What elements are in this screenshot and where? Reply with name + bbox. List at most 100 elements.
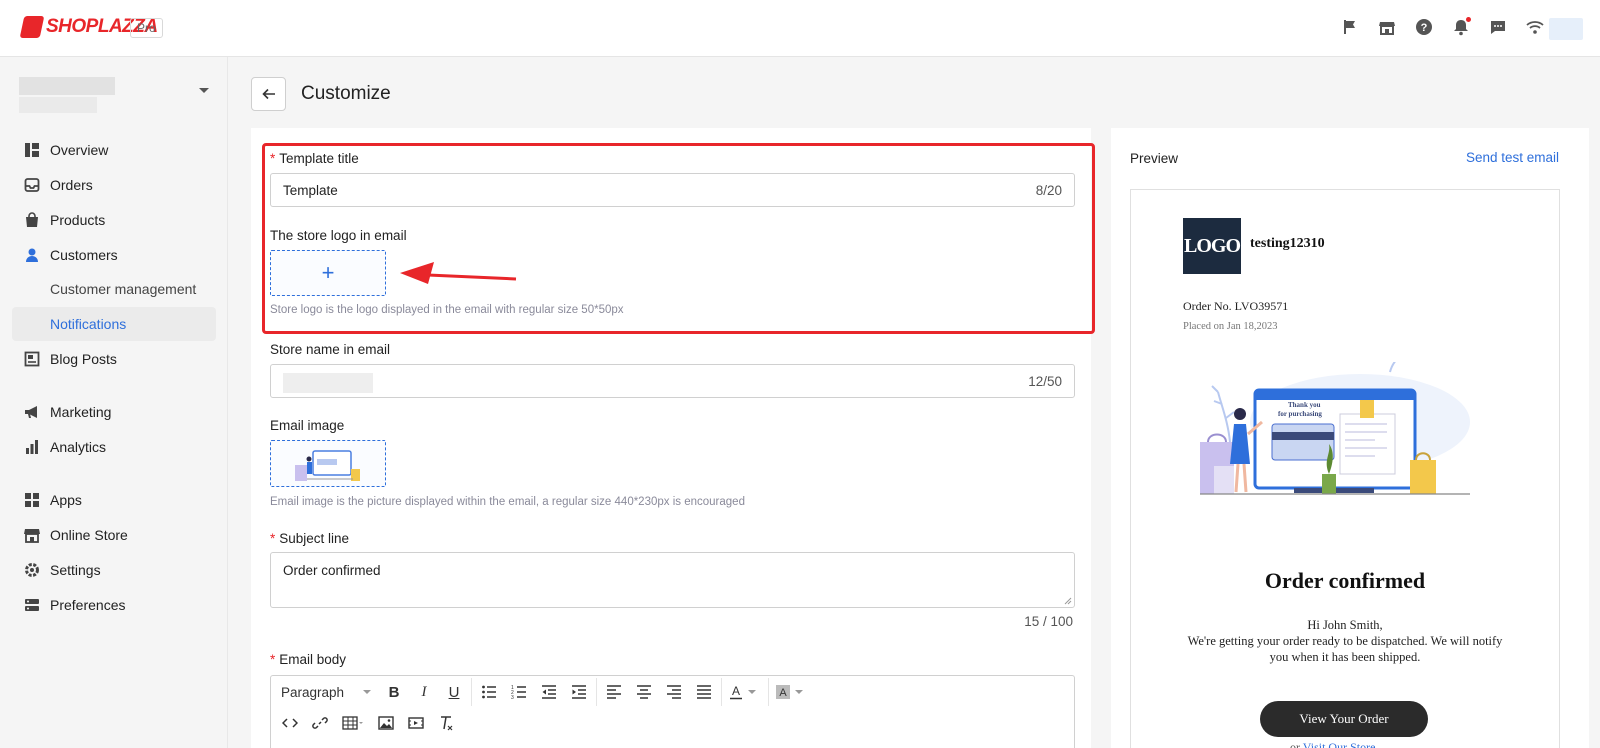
sidebar-item-label: Settings: [50, 562, 101, 578]
sidebar-item-customers[interactable]: Customers: [12, 238, 216, 272]
svg-text:A: A: [732, 684, 740, 698]
store-icon[interactable]: [1378, 18, 1396, 36]
sidebar-item-label: Apps: [50, 492, 82, 508]
visit-prefix: or: [1290, 740, 1300, 748]
video-icon[interactable]: [401, 709, 431, 737]
analytics-icon: [24, 439, 40, 455]
text-color-icon[interactable]: A: [724, 678, 748, 706]
products-icon: [24, 212, 40, 228]
illustration-caption-1: Thank you: [1288, 401, 1321, 409]
caret-down-icon[interactable]: [795, 690, 803, 694]
online-store-icon: [24, 527, 40, 543]
paragraph-select[interactable]: Paragraph: [271, 685, 379, 700]
align-left-icon[interactable]: [599, 678, 629, 706]
sidebar-item-label: Customers: [50, 247, 118, 263]
sidebar-item-overview[interactable]: Overview: [12, 133, 216, 167]
svg-text:A: A: [779, 687, 787, 699]
store-name-redacted: [19, 77, 115, 95]
email-message: We're getting your order ready to be dis…: [1187, 634, 1503, 664]
email-image-upload[interactable]: [270, 440, 386, 487]
resize-handle-icon[interactable]: [1064, 597, 1072, 605]
email-store-name: testing12310: [1250, 236, 1325, 251]
background-color-icon[interactable]: A: [771, 678, 795, 706]
caret-down-icon: [199, 88, 209, 93]
shoplazza-logo-icon: [19, 16, 45, 38]
email-store-logo: LOGO: [1183, 218, 1241, 274]
annotation-arrow-icon: [400, 262, 517, 284]
annotation-highlight-box: [262, 143, 1095, 334]
toolbar-row-2: [275, 709, 461, 737]
align-right-icon[interactable]: [659, 678, 689, 706]
top-icon-group: ?: [1341, 17, 1544, 36]
store-switcher[interactable]: [19, 77, 209, 115]
preview-title: Preview: [1130, 151, 1179, 166]
sidebar-item-preferences[interactable]: Preferences: [12, 588, 216, 622]
toolbar-row-1: Paragraph B I U 123 A A: [271, 678, 803, 706]
sidebar-item-label: Analytics: [50, 439, 107, 455]
illustration-caption-2: for purchasing: [1278, 410, 1322, 418]
caret-down-icon: [363, 690, 371, 694]
back-button[interactable]: [251, 77, 286, 111]
gear-icon: [24, 562, 40, 578]
subject-line-count: 15 / 100: [1024, 614, 1073, 629]
outdent-icon[interactable]: [534, 678, 564, 706]
top-bar: SHOPLAZZA Pro ?: [0, 0, 1600, 57]
sidebar-item-label: Orders: [50, 177, 93, 193]
caret-down-icon[interactable]: [748, 690, 756, 694]
rich-text-toolbar: Paragraph B I U 123 A A: [270, 675, 1075, 748]
apps-icon: [24, 492, 40, 508]
indent-icon[interactable]: [564, 678, 594, 706]
svg-text:3: 3: [511, 695, 514, 700]
page-title: Customize: [301, 83, 391, 104]
flag-icon[interactable]: [1341, 18, 1359, 36]
paragraph-select-value: Paragraph: [281, 684, 345, 700]
table-icon[interactable]: [335, 709, 371, 737]
overview-icon: [24, 142, 40, 158]
sidebar-item-label: Blog Posts: [50, 351, 117, 367]
sidebar-item-blog-posts[interactable]: Blog Posts: [12, 342, 216, 376]
arrow-left-icon: [261, 88, 275, 100]
sidebar-item-products[interactable]: Products: [12, 203, 216, 237]
sidebar-item-label: Marketing: [50, 404, 112, 420]
email-image-hint: Email image is the picture displayed wit…: [270, 496, 745, 508]
italic-icon[interactable]: I: [409, 678, 439, 706]
sidebar-item-online-store[interactable]: Online Store: [12, 518, 216, 552]
view-order-button[interactable]: View Your Order: [1260, 701, 1428, 737]
sidebar-item-analytics[interactable]: Analytics: [12, 430, 216, 464]
sidebar-item-customer-management[interactable]: Customer management: [12, 272, 216, 306]
subject-line-label: * Subject line: [270, 531, 350, 546]
align-justify-icon[interactable]: [689, 678, 719, 706]
subject-line-textarea[interactable]: Order confirmed: [270, 552, 1075, 608]
bullet-list-icon[interactable]: [474, 678, 504, 706]
store-name-redacted: [283, 373, 373, 393]
store-name-input[interactable]: 12/50: [270, 364, 1075, 398]
underline-icon[interactable]: U: [439, 678, 469, 706]
email-heading: Order confirmed: [1264, 568, 1426, 593]
numbered-list-icon[interactable]: 123: [504, 678, 534, 706]
sidebar-item-orders[interactable]: Orders: [12, 168, 216, 202]
wifi-icon[interactable]: [1526, 18, 1544, 36]
clear-format-icon[interactable]: [431, 709, 461, 737]
visit-store-link[interactable]: Visit Our Store: [1303, 740, 1376, 748]
sidebar-item-marketing[interactable]: Marketing: [12, 395, 216, 429]
orders-icon: [24, 177, 40, 193]
user-avatar[interactable]: [1549, 18, 1583, 40]
email-image-thumbnail: [295, 449, 360, 481]
align-center-icon[interactable]: [629, 678, 659, 706]
sidebar-item-label: Customer management: [50, 281, 197, 297]
bold-icon[interactable]: B: [379, 678, 409, 706]
sidebar-item-label: Overview: [50, 142, 109, 158]
email-illustration: Thank you for purchasing: [1200, 362, 1470, 495]
chat-icon[interactable]: [1489, 18, 1507, 36]
image-icon[interactable]: [371, 709, 401, 737]
sidebar-item-label: Notifications: [50, 316, 127, 332]
bell-icon[interactable]: [1452, 17, 1471, 36]
sidebar-item-apps[interactable]: Apps: [12, 483, 216, 517]
link-icon[interactable]: [305, 709, 335, 737]
sidebar-item-notifications[interactable]: Notifications: [12, 307, 216, 341]
send-test-email-link[interactable]: Send test email: [1466, 150, 1559, 165]
help-icon[interactable]: ?: [1415, 18, 1433, 36]
code-icon[interactable]: [275, 709, 305, 737]
email-order-number: Order No. LVO39571: [1183, 299, 1289, 313]
sidebar-item-settings[interactable]: Settings: [12, 553, 216, 587]
